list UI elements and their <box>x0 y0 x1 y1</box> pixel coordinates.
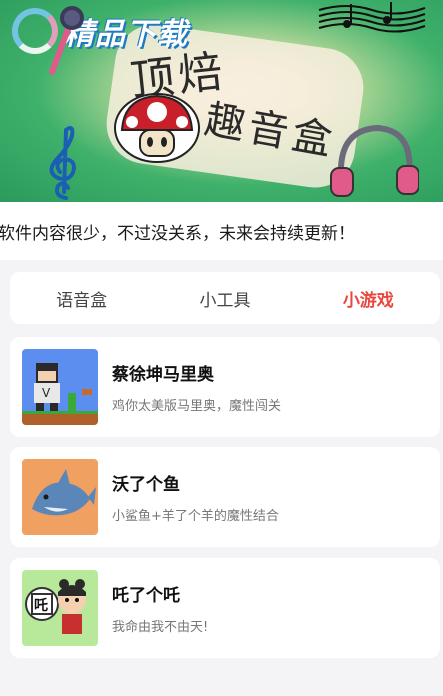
game-title: 吒了个吒 <box>112 586 180 606</box>
music-notes-icon <box>318 2 426 33</box>
microphone-icon <box>49 6 84 75</box>
tab-tools[interactable]: 小工具 <box>153 286 296 311</box>
nezha-game-icon: 吒 <box>22 570 98 646</box>
app-screen: 精品下载 顶焙 趣音盒 软件内容很少，不过没关系，未来会持续更新！ 语音盒 小工… <box>0 0 443 696</box>
hero-banner[interactable]: 精品下载 顶焙 趣音盒 <box>0 0 443 202</box>
nezha-thumb-badge: 吒 <box>34 598 48 614</box>
tab-mini-games[interactable]: 小游戏 <box>297 286 440 311</box>
game-card-info: 吒了个吒 我命由我不由天! <box>112 581 208 635</box>
mario-game-icon: V <box>22 349 98 425</box>
treble-clef-icon <box>49 126 77 200</box>
game-description: 我命由我不由天! <box>112 620 209 635</box>
game-card-info: 沃了个鱼 小鲨鱼+羊了个羊的魔性结合 <box>112 470 279 524</box>
tab-voice-box[interactable]: 语音盒 <box>10 286 153 311</box>
svg-text:V: V <box>42 386 51 400</box>
game-title: 蔡徐坤马里奥 <box>112 365 214 385</box>
game-card-nezha[interactable]: 吒 吒了个吒 我命由我不由天! <box>10 558 440 658</box>
game-card-info: 蔡徐坤马里奥 鸡你太美版马里奥，魔性闯关 <box>112 360 281 414</box>
game-title: 沃了个鱼 <box>112 475 180 495</box>
notice-bar: 软件内容很少，不过没关系，未来会持续更新！ <box>0 202 443 260</box>
game-card-mario[interactable]: V 蔡徐坤马里奥 鸡你太美版马里奥，魔性闯关 <box>10 337 440 437</box>
notice-text: 软件内容很少，不过没关系，未来会持续更新！ <box>0 223 355 244</box>
game-description: 鸡你太美版马里奥，魔性闯关 <box>112 399 282 414</box>
shark-game-icon <box>22 459 98 535</box>
headphones-icon <box>330 124 419 197</box>
category-tabs: 语音盒 小工具 小游戏 <box>10 272 440 324</box>
game-card-fish[interactable]: 沃了个鱼 小鲨鱼+羊了个羊的魔性结合 <box>10 447 440 547</box>
game-description: 小鲨鱼+羊了个羊的魔性结合 <box>112 509 279 524</box>
mushroom-icon <box>114 93 200 163</box>
